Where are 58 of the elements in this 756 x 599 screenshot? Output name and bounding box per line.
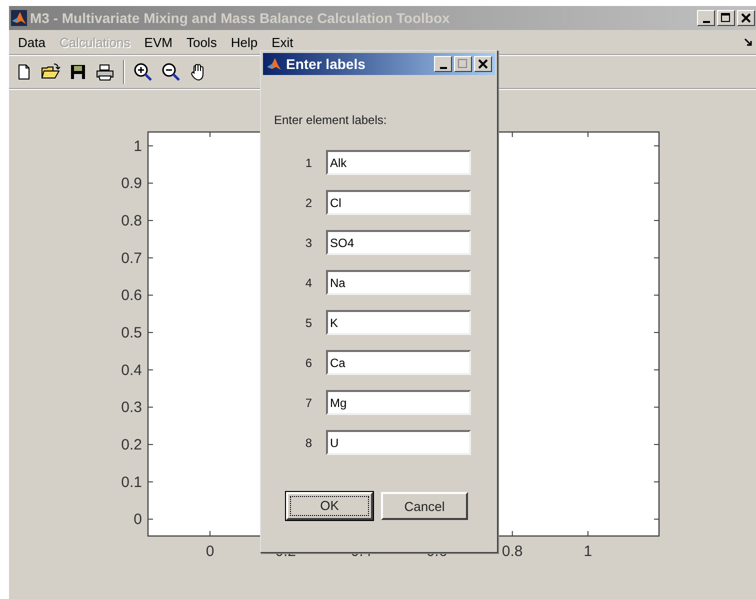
y-tick-label: 0.4	[121, 362, 142, 379]
maximize-icon	[721, 13, 731, 23]
minimize-icon	[440, 66, 446, 68]
maximize-icon	[458, 59, 468, 69]
close-button[interactable]	[474, 56, 492, 72]
zoom-out-icon[interactable]	[161, 62, 181, 82]
x-tick-label: 0	[206, 543, 214, 560]
cancel-button[interactable]: Cancel	[381, 492, 468, 520]
input-field[interactable]: Alk	[326, 150, 471, 175]
field-number: 5	[304, 316, 312, 330]
close-icon	[478, 59, 488, 69]
input-field[interactable]: SO4	[326, 230, 471, 255]
input-field[interactable]: K	[326, 310, 471, 335]
logo-icon	[266, 56, 282, 72]
printer-icon[interactable]	[95, 63, 115, 81]
menu-item[interactable]: Data	[11, 34, 52, 50]
logo-icon	[11, 10, 27, 26]
maximize-button[interactable]	[454, 56, 472, 72]
minimize-icon	[702, 20, 710, 22]
minimize-button[interactable]	[697, 10, 715, 26]
field-number: 4	[304, 276, 312, 290]
close-icon	[741, 13, 751, 23]
zoom-in-icon[interactable]	[133, 62, 153, 82]
ok-button[interactable]: OK	[286, 492, 373, 520]
y-tick-label: 0.9	[121, 175, 142, 192]
menu-item[interactable]: Tools	[179, 34, 224, 50]
y-tick-label: 0.2	[121, 436, 142, 454]
y-tick-label: 1	[134, 138, 142, 155]
field-number: 6	[304, 356, 312, 370]
prompt-text: Enter element labels:	[274, 113, 388, 127]
input-field[interactable]: Mg	[326, 390, 471, 415]
dock-arrow-icon[interactable]	[744, 38, 753, 47]
close-button[interactable]	[737, 10, 755, 26]
x-tick-label: 0.8	[502, 543, 523, 560]
menu-item[interactable]: Help	[224, 34, 265, 50]
field-number: 7	[304, 396, 312, 410]
y-tick-label: 0.3	[121, 399, 142, 416]
menu-item[interactable]: EVM	[137, 34, 180, 50]
y-tick-label: 0.8	[121, 212, 142, 230]
y-tick-label: 0.7	[121, 250, 142, 267]
field-number: 2	[304, 196, 312, 210]
y-tick-label: 0.6	[121, 287, 142, 304]
x-tick-label: 1	[584, 543, 592, 560]
maximize-button[interactable]	[717, 10, 735, 26]
input-field[interactable]: Ca	[326, 350, 471, 375]
field-number: 1	[304, 156, 312, 170]
folder-icon[interactable]	[41, 63, 61, 81]
input-field[interactable]: Na	[326, 270, 471, 295]
menu-item[interactable]: Exit	[264, 34, 300, 50]
y-tick-label: 0.1	[121, 474, 142, 491]
minimize-button[interactable]	[434, 56, 452, 72]
input-field[interactable]: U	[326, 430, 471, 455]
field-number: 3	[304, 236, 312, 250]
input-field[interactable]: Cl	[326, 190, 471, 215]
field-number: 8	[304, 436, 312, 450]
y-tick-label: 0	[134, 511, 142, 528]
y-tick-label: 0.5	[121, 324, 142, 342]
dialog-title: Enter labels	[286, 56, 366, 72]
